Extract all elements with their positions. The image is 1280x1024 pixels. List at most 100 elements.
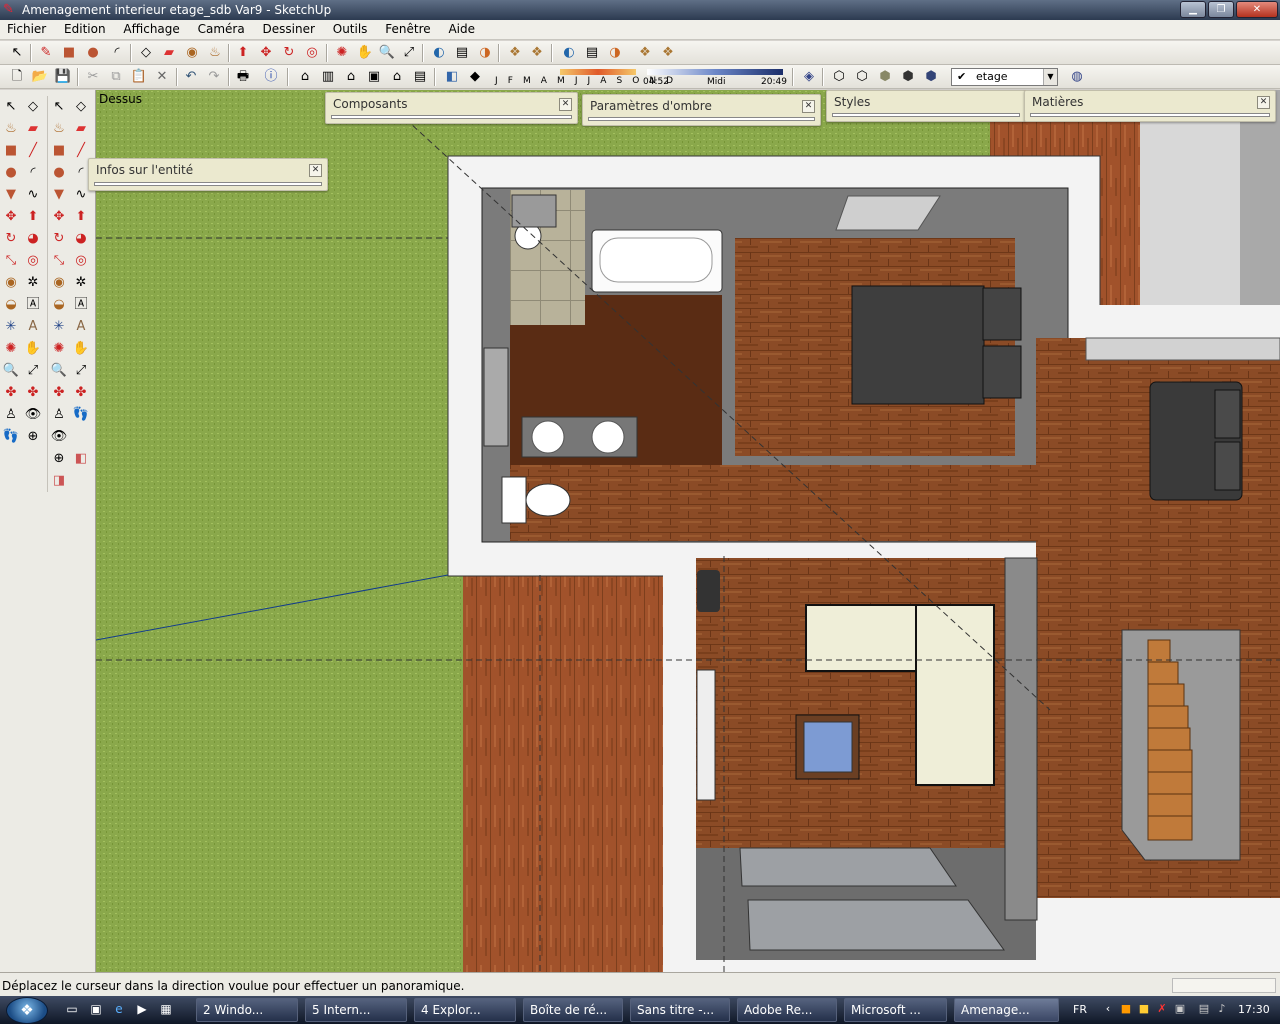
zoom-window-icon[interactable]: ⤢: [70, 360, 92, 382]
menu-camera[interactable]: Caméra: [191, 20, 252, 39]
component-icon[interactable]: ❖: [506, 44, 524, 62]
select-icon[interactable]: ↖: [8, 44, 26, 62]
close-button[interactable]: ✕: [1236, 1, 1278, 18]
component-icon[interactable]: ❖: [636, 44, 654, 62]
follow-me-icon[interactable]: ◕: [22, 228, 44, 250]
close-icon[interactable]: ✕: [802, 100, 815, 113]
taskbar-item[interactable]: 4 Explor...: [414, 998, 516, 1022]
rectangle-icon[interactable]: ■: [60, 44, 78, 62]
fog-icon[interactable]: ◆: [466, 68, 484, 86]
protractor-icon[interactable]: ◒: [48, 294, 70, 316]
get-models-icon[interactable]: ◐: [430, 44, 448, 62]
paint-bucket-icon[interactable]: ♨: [206, 44, 224, 62]
layer-manager-icon[interactable]: ◍: [1068, 68, 1086, 86]
arc-icon[interactable]: ◜: [108, 44, 126, 62]
eraser-icon[interactable]: ▰: [70, 118, 92, 140]
position-camera-icon[interactable]: ♙: [0, 404, 22, 426]
zoom-window-icon[interactable]: ⤢: [22, 360, 44, 382]
undo-icon[interactable]: ↶: [182, 68, 200, 86]
make-component-icon[interactable]: ◇: [137, 44, 155, 62]
minimize-button[interactable]: ▁: [1180, 1, 1206, 18]
text-icon[interactable]: 🄰: [70, 294, 92, 316]
section-fill-icon[interactable]: ◨: [48, 470, 70, 492]
taskbar-item[interactable]: Boîte de ré...: [523, 998, 623, 1022]
shaded-style-icon[interactable]: ⬢: [899, 68, 917, 86]
textured-style-icon[interactable]: ⬢: [922, 68, 940, 86]
scale-icon[interactable]: ⤡: [0, 250, 22, 272]
entity-info-panel[interactable]: Infos sur l'entité ✕: [88, 158, 328, 191]
back-view-icon[interactable]: ⌂: [388, 68, 406, 86]
offset-icon[interactable]: ◎: [70, 250, 92, 272]
previous-view-icon[interactable]: ✤: [22, 382, 44, 404]
menu-fichier[interactable]: Fichier: [0, 20, 53, 39]
switch-windows-icon[interactable]: ▣: [88, 1001, 104, 1017]
previous-view-icon[interactable]: ✤: [70, 382, 92, 404]
polygon-icon[interactable]: ▼: [48, 184, 70, 206]
section-plane-icon[interactable]: ◈: [800, 68, 818, 86]
time-slider-bar[interactable]: [647, 69, 783, 75]
move-icon[interactable]: ✥: [0, 206, 22, 228]
pan-icon[interactable]: ✋: [356, 44, 374, 62]
arc-icon[interactable]: ◜: [22, 162, 44, 184]
date-slider-bar[interactable]: [560, 69, 636, 75]
axes-icon[interactable]: ✳: [0, 316, 22, 338]
menu-aide[interactable]: Aide: [441, 20, 482, 39]
protractor-icon[interactable]: ◒: [0, 294, 22, 316]
shadow-settings-panel[interactable]: Paramètres d'ombre ✕: [582, 94, 821, 126]
make-component-icon[interactable]: ◇: [70, 96, 92, 118]
follow-me-icon[interactable]: ◕: [70, 228, 92, 250]
clock[interactable]: 17:30: [1238, 996, 1270, 1024]
language-indicator[interactable]: FR: [1073, 996, 1087, 1024]
walk-icon[interactable]: 👣: [70, 404, 92, 426]
rotate-icon[interactable]: ↻: [0, 228, 22, 250]
tray-app-icon[interactable]: ■: [1119, 1002, 1133, 1016]
push-pull-icon[interactable]: ⬆: [22, 206, 44, 228]
circle-icon[interactable]: ●: [0, 162, 22, 184]
taskbar-item[interactable]: Microsoft ...: [844, 998, 947, 1022]
position-camera-icon[interactable]: ♙: [48, 404, 70, 426]
taskbar-item[interactable]: 5 Intern...: [305, 998, 407, 1022]
start-button[interactable]: ❖: [6, 997, 48, 1024]
paint-bucket-icon[interactable]: ♨: [48, 118, 70, 140]
paint-bucket-icon[interactable]: ♨: [0, 118, 22, 140]
line-icon[interactable]: ╱: [22, 140, 44, 162]
share-model-icon[interactable]: ▤: [453, 44, 471, 62]
close-icon[interactable]: ✕: [1257, 96, 1270, 109]
wireframe-style-icon[interactable]: ⬡: [853, 68, 871, 86]
copy-icon[interactable]: ⧉: [107, 68, 125, 86]
open-file-icon[interactable]: 📂: [31, 68, 49, 86]
components-panel[interactable]: Composants ✕: [325, 92, 578, 124]
tape-measure-icon[interactable]: ◉: [48, 272, 70, 294]
taskbar-item[interactable]: Sans titre -...: [630, 998, 730, 1022]
3d-text-icon[interactable]: A: [70, 316, 92, 338]
scale-icon[interactable]: ⤡: [48, 250, 70, 272]
push-pull-icon[interactable]: ⬆: [70, 206, 92, 228]
delete-icon[interactable]: ✕: [153, 68, 171, 86]
get-models-icon[interactable]: ◐: [560, 44, 578, 62]
show-desktop-icon[interactable]: ▭: [64, 1001, 80, 1017]
chevron-left-icon[interactable]: ‹: [1101, 1002, 1115, 1016]
rotate-icon[interactable]: ↻: [280, 44, 298, 62]
network-icon[interactable]: ▤: [1197, 1002, 1211, 1016]
menu-edition[interactable]: Edition: [57, 20, 113, 39]
taskbar-item[interactable]: Adobe Re...: [737, 998, 837, 1022]
rectangle-icon[interactable]: ■: [0, 140, 22, 162]
close-icon[interactable]: ✕: [309, 164, 322, 177]
paste-icon[interactable]: 📋: [130, 68, 148, 86]
pencil-icon[interactable]: ✎: [37, 44, 55, 62]
internet-explorer-icon[interactable]: e: [111, 1001, 127, 1017]
orbit-icon[interactable]: ✺: [333, 44, 351, 62]
shadow-display-icon[interactable]: ◧: [443, 68, 461, 86]
section-cut-icon[interactable]: ◧: [70, 448, 92, 470]
tape-measure-icon[interactable]: ◉: [0, 272, 22, 294]
xray-style-icon[interactable]: ⬡: [830, 68, 848, 86]
pan-icon[interactable]: ✋: [70, 338, 92, 360]
zoom-icon[interactable]: 🔍: [0, 360, 22, 382]
new-file-icon[interactable]: 🗋: [8, 68, 26, 86]
menu-affichage[interactable]: Affichage: [116, 20, 186, 39]
volume-icon[interactable]: ♪: [1215, 1002, 1229, 1016]
eraser-icon[interactable]: ▰: [160, 44, 178, 62]
3d-text-icon[interactable]: A: [22, 316, 44, 338]
axes-icon[interactable]: ✳: [48, 316, 70, 338]
look-around-icon[interactable]: 👁: [22, 404, 44, 426]
